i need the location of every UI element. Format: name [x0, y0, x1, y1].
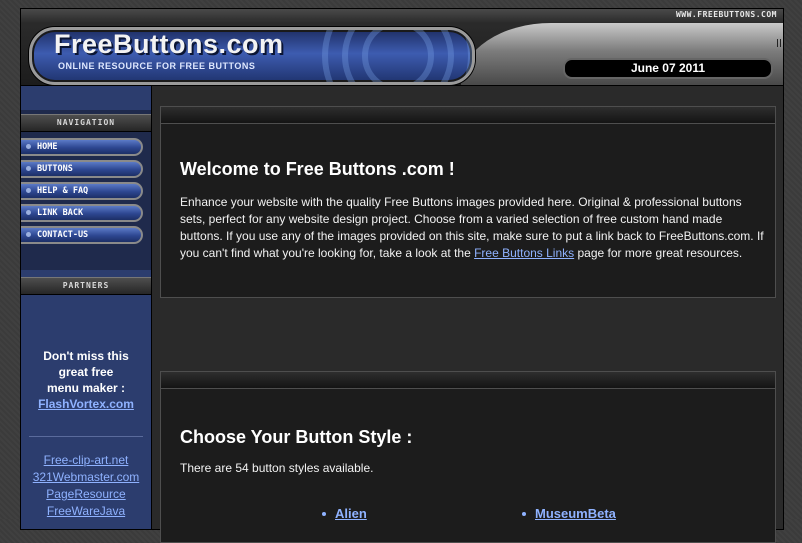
sidebar-divider — [29, 436, 143, 437]
bullet-icon — [26, 144, 31, 149]
page-frame: WWW.FREEBUTTONS.COM FreeButtons.com ONLI… — [20, 8, 784, 543]
nav-item-buttons[interactable]: BUTTONS — [21, 160, 143, 178]
site-logo[interactable]: FreeButtons.com ONLINE RESOURCE FOR FREE… — [29, 27, 475, 85]
bullet-icon — [26, 210, 31, 215]
style-count-text: There are 54 button styles available. — [180, 461, 374, 475]
welcome-text-end: page for more great resources. — [574, 246, 743, 260]
welcome-title: Welcome to Free Buttons .com ! — [180, 159, 455, 179]
panel-title-bar — [161, 372, 775, 389]
header-top-strip: WWW.FREEBUTTONS.COM — [21, 9, 783, 23]
partner-link[interactable]: FreeWareJava — [21, 503, 151, 520]
sidebar: NAVIGATION HOME BUTTONS HELP & FAQ LINK … — [21, 86, 152, 529]
nav-item-label: LINK BACK — [37, 208, 84, 218]
bullet-icon — [322, 512, 326, 516]
button-style-panel: Choose Your Button Style : There are 54 … — [160, 371, 776, 543]
bullet-icon — [522, 512, 526, 516]
partner-link[interactable]: 321Webmaster.com — [21, 469, 151, 486]
welcome-panel: Welcome to Free Buttons .com ! Enhance y… — [160, 106, 776, 298]
partners-heading: PARTNERS — [21, 277, 151, 295]
nav-item-link-back[interactable]: LINK BACK — [21, 204, 143, 222]
bullet-icon — [26, 232, 31, 237]
promo-line: Don't miss this — [43, 349, 129, 363]
flashvortex-link[interactable]: FlashVortex.com — [38, 397, 134, 411]
logo-rings-icon — [322, 30, 472, 82]
nav-item-help-faq[interactable]: HELP & FAQ — [21, 182, 143, 200]
bullet-icon — [26, 166, 31, 171]
nav-item-contact-us[interactable]: CONTACT-US — [21, 226, 143, 244]
nav-item-label: HELP & FAQ — [37, 186, 89, 196]
grill-decoration — [777, 39, 783, 47]
nav-heading: NAVIGATION — [21, 114, 151, 132]
bullet-icon — [26, 188, 31, 193]
nav-item-home[interactable]: HOME — [21, 138, 143, 156]
partner-link[interactable]: Free-clip-art.net — [21, 452, 151, 469]
nav-item-label: CONTACT-US — [37, 230, 89, 240]
partner-links: Free-clip-art.net 321Webmaster.com PageR… — [21, 452, 151, 520]
site-header: WWW.FREEBUTTONS.COM FreeButtons.com ONLI… — [21, 9, 783, 86]
logo-text: FreeButtons.com — [54, 29, 284, 59]
site-url-label: WWW.FREEBUTTONS.COM — [675, 10, 777, 19]
date-display: June 07 2011 — [563, 58, 773, 79]
logo-tagline: ONLINE RESOURCE FOR FREE BUTTONS — [58, 61, 256, 71]
nav-item-label: BUTTONS — [37, 164, 73, 174]
main-content: Welcome to Free Buttons .com ! Enhance y… — [152, 86, 783, 543]
promo-line: menu maker : — [46, 381, 126, 395]
nav-list: HOME BUTTONS HELP & FAQ LINK BACK CONTAC… — [21, 138, 151, 248]
promo-line: great free — [58, 365, 114, 379]
button-style-title: Choose Your Button Style : — [180, 427, 413, 447]
promo-block: Don't miss this great free menu maker : … — [21, 348, 151, 412]
nav-item-label: HOME — [37, 142, 58, 152]
welcome-body: Enhance your website with the quality Fr… — [180, 194, 764, 262]
partner-link[interactable]: PageResource — [21, 486, 151, 503]
free-buttons-links-link[interactable]: Free Buttons Links — [474, 246, 574, 260]
panel-title-bar — [161, 107, 775, 124]
